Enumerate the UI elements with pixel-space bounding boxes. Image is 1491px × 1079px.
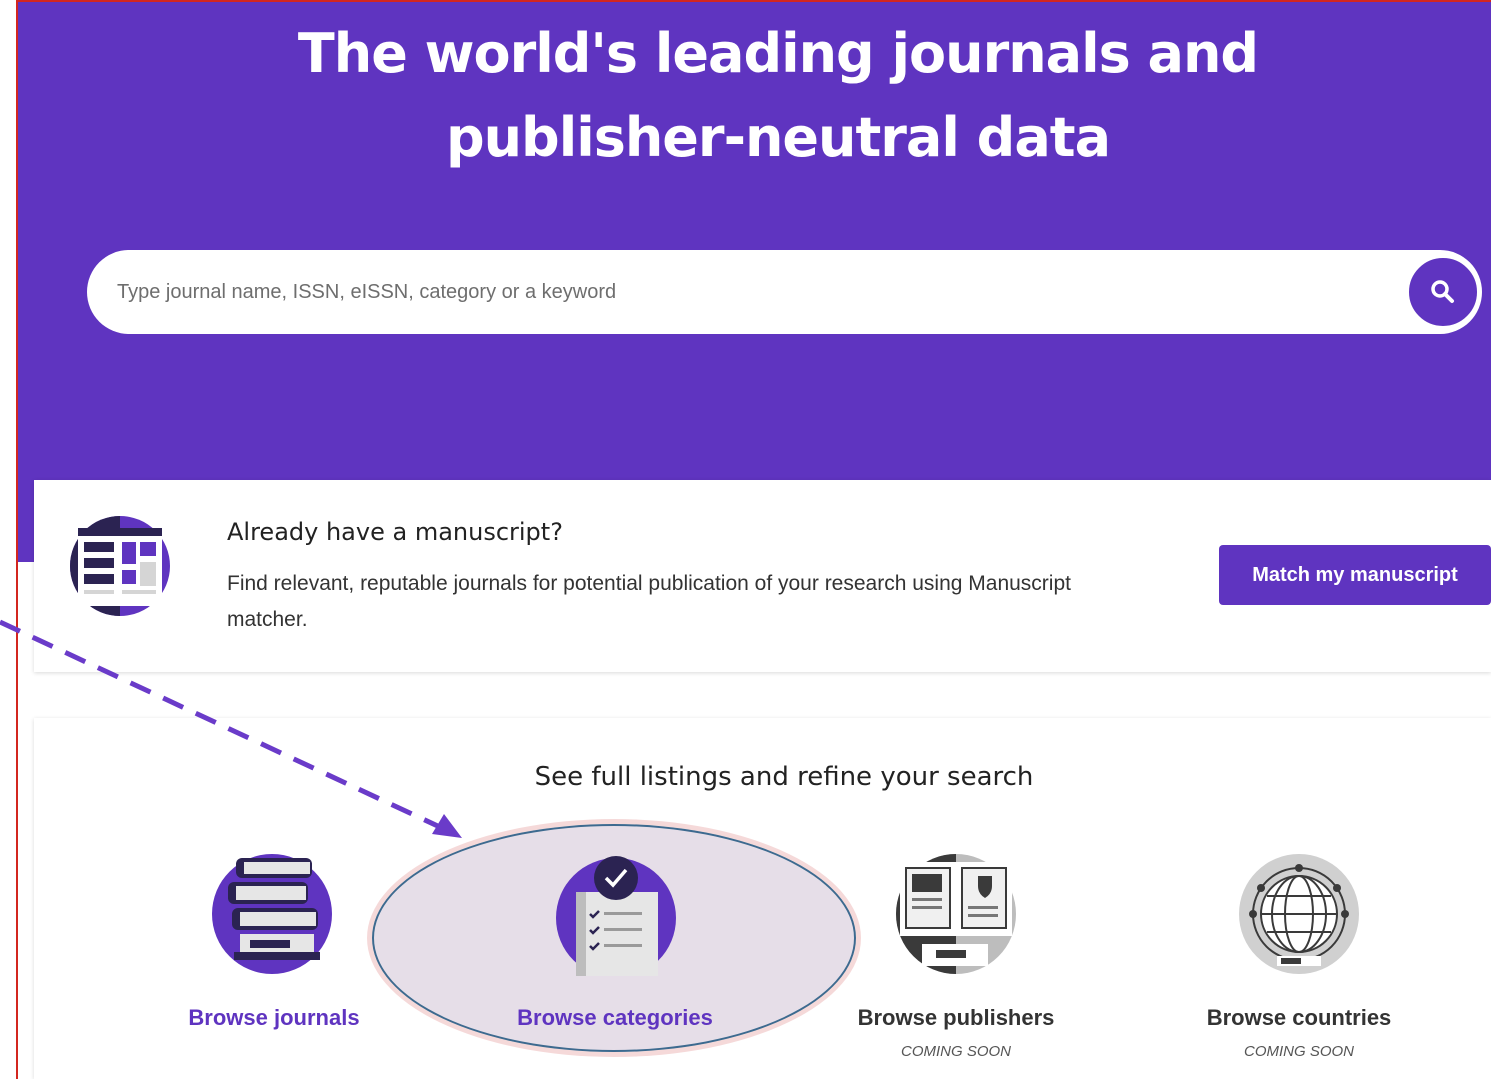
annotation-arrow [0, 619, 462, 838]
